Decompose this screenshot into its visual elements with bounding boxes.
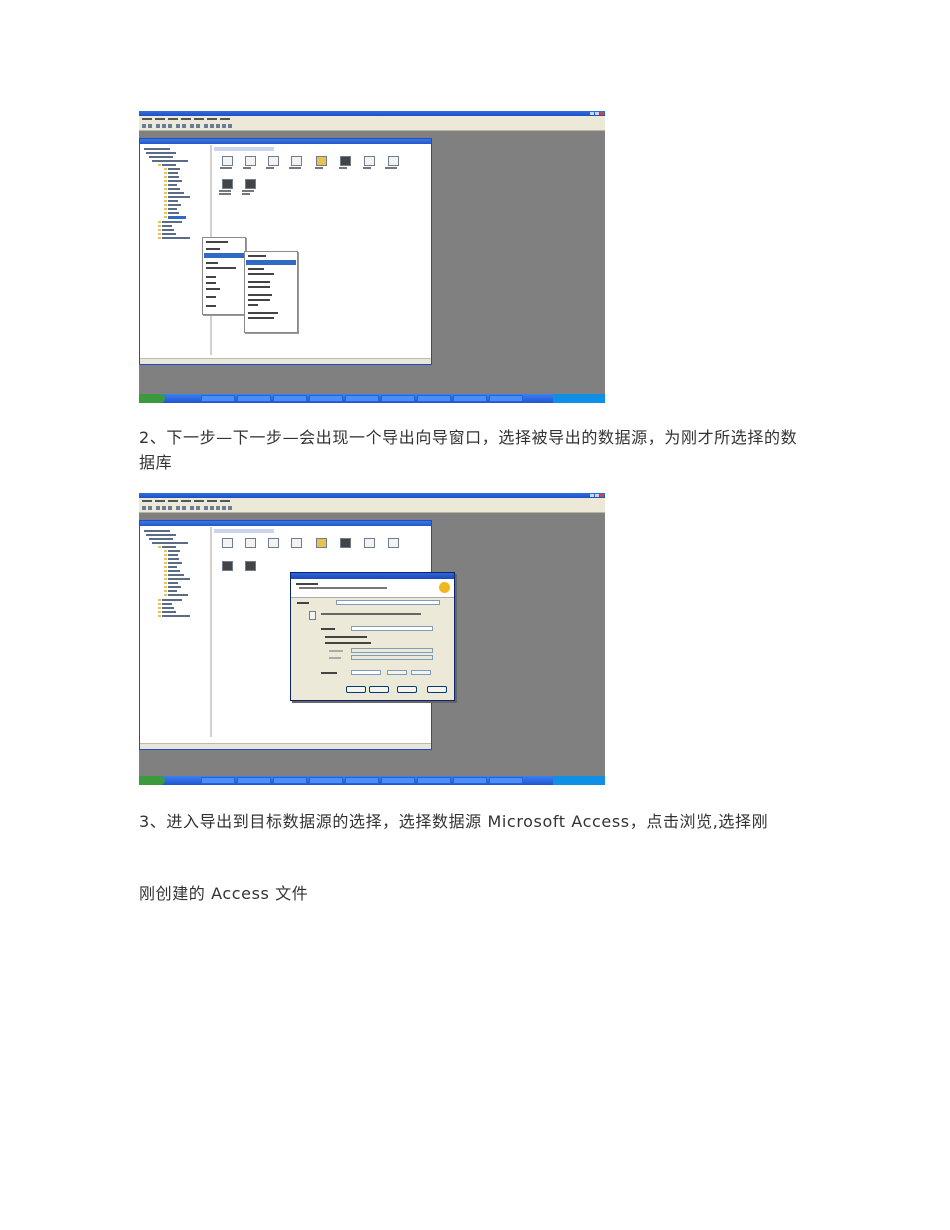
wizard-icon <box>439 582 450 593</box>
tool-bar <box>139 504 605 513</box>
close-icon <box>600 112 604 115</box>
step-3-continued-text: 刚创建的 Access 文件 <box>139 884 309 903</box>
refresh-button[interactable] <box>387 670 407 675</box>
password-field[interactable] <box>351 655 433 660</box>
step-3-text: 3、进入导出到目标数据源的选择，选择数据源 Microsoft Access，点… <box>139 812 769 831</box>
screenshot-enterprise-manager <box>139 111 605 403</box>
user-type-icon <box>222 561 233 571</box>
start-button[interactable] <box>139 394 165 403</box>
screenshot-export-wizard <box>139 493 605 785</box>
username-field[interactable] <box>351 648 433 653</box>
step-2-text: 2、下一步—下一步—会出现一个导出向导窗口，选择被导出的数据源，为刚才所选择的数… <box>139 428 798 472</box>
pane-header <box>214 529 274 533</box>
windows-taskbar <box>139 776 605 785</box>
console-window <box>139 138 432 365</box>
windows-taskbar <box>139 394 605 403</box>
table-icon <box>245 538 256 548</box>
rule-icon <box>364 156 375 166</box>
diagram-icon <box>222 156 233 166</box>
procedure-icon <box>291 538 302 548</box>
context-menu[interactable] <box>202 237 246 315</box>
help-button[interactable] <box>427 686 447 693</box>
minimize-icon <box>590 112 594 115</box>
system-tray <box>553 394 605 403</box>
function-icon <box>245 179 256 189</box>
rule-icon <box>364 538 375 548</box>
role-icon <box>340 156 351 166</box>
console-title-bar <box>140 139 431 144</box>
console-title-bar <box>140 521 431 526</box>
start-button[interactable] <box>139 776 165 785</box>
pane-header <box>214 147 274 151</box>
maximize-icon <box>595 494 599 497</box>
default-icon <box>388 156 399 166</box>
close-icon <box>600 494 604 497</box>
back-button[interactable] <box>346 686 366 693</box>
procedure-icon <box>291 156 302 166</box>
view-icon <box>268 538 279 548</box>
user-icon <box>316 156 327 166</box>
database-select[interactable] <box>351 670 381 675</box>
server-select[interactable] <box>351 626 433 631</box>
view-icon <box>268 156 279 166</box>
advanced-button[interactable] <box>411 670 431 675</box>
system-tray <box>553 776 605 785</box>
table-icon <box>245 156 256 166</box>
cancel-button[interactable] <box>397 686 417 693</box>
minimize-icon <box>590 494 594 497</box>
default-icon <box>388 538 399 548</box>
all-tasks-submenu[interactable] <box>244 251 298 333</box>
diagram-icon <box>222 538 233 548</box>
role-icon <box>340 538 351 548</box>
data-source-select[interactable] <box>336 600 440 605</box>
export-wizard-dialog <box>290 572 455 701</box>
user-type-icon <box>222 179 233 189</box>
horizontal-scrollbar[interactable] <box>140 743 431 749</box>
next-button[interactable] <box>369 686 389 693</box>
function-icon <box>245 561 256 571</box>
server-tree <box>140 527 212 737</box>
tool-bar <box>139 122 605 131</box>
server-icon <box>309 611 316 620</box>
wizard-header <box>291 579 454 598</box>
horizontal-scrollbar[interactable] <box>140 358 431 364</box>
maximize-icon <box>595 112 599 115</box>
user-icon <box>316 538 327 548</box>
